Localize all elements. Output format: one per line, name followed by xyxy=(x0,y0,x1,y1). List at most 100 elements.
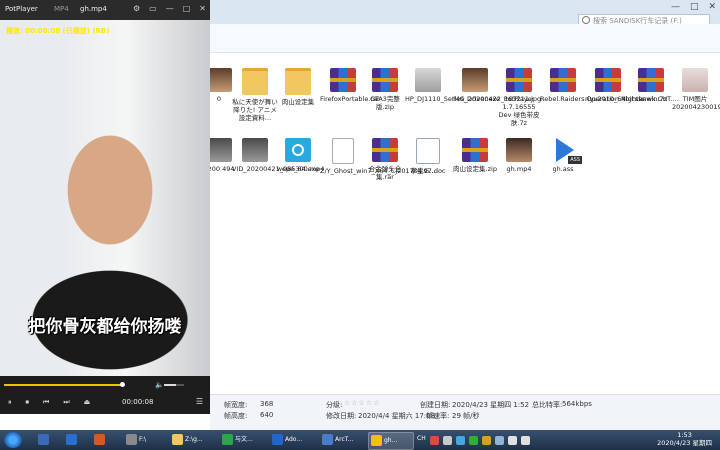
folder-icon xyxy=(172,434,183,445)
app-logo[interactable]: PotPlayer xyxy=(5,5,38,13)
file-item[interactable]: PotPlayer 1.7.16555 Dev 绿色带皮肤.7z xyxy=(496,68,542,127)
playback-time: 00:00:08 xyxy=(122,398,154,406)
app-icon xyxy=(94,434,105,445)
winrar-icon xyxy=(506,68,532,92)
detail-label: 帧宽度: xyxy=(224,401,248,409)
file-item[interactable]: gh.mp4 xyxy=(496,138,542,173)
rating-stars[interactable]: ☆☆☆☆☆ xyxy=(344,399,380,407)
open-file-button[interactable]: ⏏ xyxy=(84,398,91,407)
file-item[interactable]: GTA3完整版.zip xyxy=(362,68,408,111)
minimize-button[interactable]: — xyxy=(166,4,174,13)
close-button[interactable]: ✕ xyxy=(199,4,206,13)
photo-icon xyxy=(462,68,488,92)
taskbar-item[interactable] xyxy=(36,432,60,448)
detail-label: 帧高度: xyxy=(224,412,248,420)
file-item[interactable]: 合金弹头全集.rar xyxy=(362,138,408,181)
arctime-icon xyxy=(322,434,333,445)
tray-icon[interactable] xyxy=(429,436,439,445)
taskbar-item[interactable] xyxy=(92,432,116,448)
player-titlebar[interactable]: PotPlayer MP4 gh.mp4 ⚙ ▭ — □ ✕ xyxy=(0,0,210,20)
file-item[interactable]: FirefoxPortable.rar xyxy=(320,68,380,103)
file-item[interactable]: Z/Y_Ghost_win7_X64_CJ201704.G… xyxy=(320,138,436,175)
taskbar-item[interactable]: ArcT... xyxy=(320,432,366,448)
volume-icon[interactable] xyxy=(520,436,530,445)
maximize-button[interactable]: □ xyxy=(183,4,191,13)
close-button[interactable]: ✕ xyxy=(708,2,716,12)
tray-icon[interactable] xyxy=(442,436,452,445)
blank-file-icon xyxy=(332,138,354,164)
detail-value: 29 帧/秒 xyxy=(452,412,480,420)
taskbar-item[interactable]: Ado... xyxy=(270,432,316,448)
taskbar: F:\ Z:\g... 与文... Ado... ArcT... gh... C… xyxy=(0,430,720,450)
taskbar-item[interactable] xyxy=(64,432,88,448)
video-icon xyxy=(506,138,532,162)
folder-icon xyxy=(285,68,311,95)
clock-time: 1:53 xyxy=(677,431,692,439)
seek-progress xyxy=(4,384,122,386)
tray-icon[interactable] xyxy=(494,436,504,445)
volume-icon[interactable]: 🔈 xyxy=(155,381,164,389)
taskbar-item[interactable]: F:\ xyxy=(124,432,166,448)
file-name: gh.mp4 xyxy=(80,5,107,13)
file-item[interactable]: ssr-win.7z xyxy=(628,68,674,103)
stop-button[interactable]: ⏹ xyxy=(26,398,30,407)
doc-icon xyxy=(416,138,440,164)
volume-level xyxy=(164,384,176,386)
taskbar-item[interactable]: 与文... xyxy=(220,432,266,448)
exe-icon xyxy=(285,138,311,162)
detail-label: 修改日期: xyxy=(326,412,357,420)
system-tray: CH xyxy=(417,432,530,445)
next-button[interactable]: ⏭ xyxy=(63,398,69,407)
drive-icon xyxy=(126,434,137,445)
potplayer-icon xyxy=(371,435,382,446)
seek-bar[interactable] xyxy=(4,382,125,387)
chrome-icon xyxy=(222,434,233,445)
player-window-controls: ⚙ ▭ — □ ✕ xyxy=(133,4,206,13)
file-item[interactable]: wepe_64.exe xyxy=(275,138,321,173)
file-item[interactable]: 肉山设定集.zip xyxy=(452,138,498,173)
settings-icon[interactable]: ⚙ xyxy=(133,4,140,13)
osd-text: 播放: 00:00:08 (已播放) (RB) xyxy=(6,27,110,35)
volume-slider[interactable] xyxy=(164,384,184,386)
file-item[interactable]: IMG_20200422_163211.jpg xyxy=(452,68,541,103)
photo-icon xyxy=(682,68,708,92)
file-item[interactable]: gh.ass xyxy=(540,138,586,173)
folder-item[interactable]: 肉山设定集 xyxy=(275,68,321,106)
winrar-icon xyxy=(550,68,576,92)
menu-icon[interactable]: ☰ xyxy=(196,397,203,406)
pause-button[interactable]: ⏸ xyxy=(8,398,12,407)
mini-mode-button[interactable]: ▭ xyxy=(149,4,157,13)
file-item[interactable]: riyu2010_64bit.rar xyxy=(585,68,645,103)
tray-icon[interactable] xyxy=(468,436,478,445)
file-item[interactable]: 拳皇97.doc xyxy=(405,138,451,175)
folder-icon xyxy=(242,68,268,95)
start-button[interactable] xyxy=(4,432,22,448)
file-item[interactable]: TIM图片20200423001943.jpg xyxy=(672,68,720,111)
app-icon xyxy=(38,434,49,445)
tray-icon[interactable] xyxy=(481,436,491,445)
previous-button[interactable]: ⏮ xyxy=(43,398,49,407)
maximize-button[interactable]: □ xyxy=(690,2,699,12)
file-item[interactable]: Rebel.Raiders.Operation.Nighthawk.CHT.… xyxy=(540,68,679,103)
detail-value: 2020/4/4 星期六 17:08 xyxy=(358,412,436,420)
taskbar-item[interactable]: Z:\g... xyxy=(170,432,216,448)
video-icon xyxy=(242,138,268,162)
seek-handle[interactable] xyxy=(119,382,125,387)
detail-value: 2020/4/23 星期四 1:52 xyxy=(452,401,530,409)
file-item[interactable]: VID_20200421_085300.mp4 xyxy=(232,138,324,173)
winrar-icon xyxy=(638,68,664,92)
detail-value: 640 xyxy=(260,411,274,419)
winrar-icon xyxy=(330,68,356,92)
file-item[interactable]: HP_DJ1110_Series_Driver.exe xyxy=(405,68,500,103)
folder-item[interactable]: 私に天使が舞い降りた! アニメ設定資料… xyxy=(232,68,278,122)
taskbar-item-potplayer[interactable]: gh... xyxy=(368,432,414,450)
detail-label: 分级: xyxy=(326,401,343,409)
ime-indicator[interactable]: CH xyxy=(417,435,426,444)
potplayer-window: PotPlayer MP4 gh.mp4 ⚙ ▭ — □ ✕ 播放: 00:00… xyxy=(0,0,210,414)
video-area[interactable]: 播放: 00:00:08 (已播放) (RB) 把你骨灰都给你扬喽 xyxy=(0,20,210,376)
tray-icon[interactable] xyxy=(455,436,465,445)
winrar-icon xyxy=(462,138,488,162)
network-icon[interactable] xyxy=(507,436,517,445)
clock[interactable]: 1:53 2020/4/23 星期四 xyxy=(657,431,712,447)
minimize-button[interactable]: — xyxy=(671,2,680,12)
